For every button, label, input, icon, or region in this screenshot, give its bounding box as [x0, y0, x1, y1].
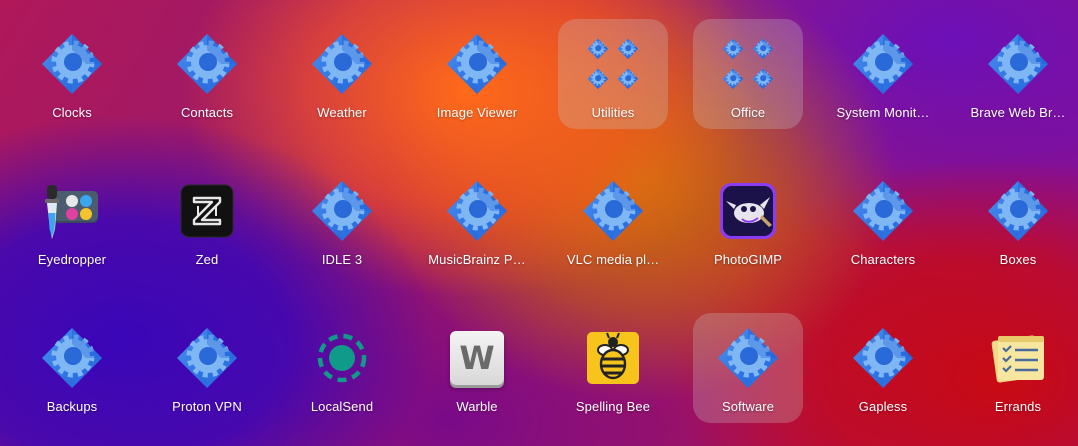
- warble-icon: W: [445, 326, 509, 390]
- app-backups[interactable]: Backups: [17, 313, 127, 423]
- eyedropper-icon: [40, 179, 104, 243]
- app-weather[interactable]: Weather: [287, 19, 397, 129]
- app-label: Eyedropper: [37, 252, 107, 267]
- localsend-icon: [310, 326, 374, 390]
- app-characters[interactable]: Characters: [828, 166, 938, 276]
- generic-app-icon: [851, 32, 915, 96]
- folder-office[interactable]: Office: [693, 19, 803, 129]
- folder-label: Office: [730, 105, 766, 120]
- generic-app-icon: [581, 179, 645, 243]
- app-grid: Clocks Contacts Weather Image Viewer Uti…: [0, 0, 1078, 446]
- app-label: Gapless: [858, 399, 908, 414]
- generic-app-icon: [716, 326, 780, 390]
- app-label: Errands: [994, 399, 1042, 414]
- folder-icon: [716, 32, 780, 96]
- app-label: Software: [721, 399, 775, 414]
- app-label: Proton VPN: [172, 399, 242, 414]
- generic-app-icon: [851, 179, 915, 243]
- app-gapless[interactable]: Gapless: [828, 313, 938, 423]
- app-software[interactable]: Software: [693, 313, 803, 423]
- app-image-viewer[interactable]: Image Viewer: [422, 19, 532, 129]
- generic-app-icon: [986, 32, 1050, 96]
- generic-app-icon: [175, 32, 239, 96]
- folder-utilities[interactable]: Utilities: [558, 19, 668, 129]
- app-label: Warble: [456, 399, 498, 414]
- generic-app-icon: [40, 326, 104, 390]
- app-localsend[interactable]: LocalSend: [287, 313, 397, 423]
- app-label: PhotoGIMP: [713, 252, 783, 267]
- app-contacts[interactable]: Contacts: [152, 19, 262, 129]
- app-label: IDLE 3: [321, 252, 363, 267]
- app-proton-vpn[interactable]: Proton VPN: [152, 313, 262, 423]
- app-label: Clocks: [52, 105, 92, 120]
- app-label: Backups: [46, 399, 98, 414]
- zed-icon: [175, 179, 239, 243]
- folder-icon: [581, 32, 645, 96]
- notes-icon: [986, 326, 1050, 390]
- warble-letter: W: [459, 339, 495, 377]
- app-label: System Monit…: [836, 105, 930, 120]
- app-boxes[interactable]: Boxes: [963, 166, 1073, 276]
- folder-label: Utilities: [591, 105, 635, 120]
- app-label: Weather: [317, 105, 367, 120]
- app-label: LocalSend: [310, 399, 374, 414]
- app-warble[interactable]: W Warble: [422, 313, 532, 423]
- photogimp-icon: [716, 179, 780, 243]
- app-eyedropper[interactable]: Eyedropper: [17, 166, 127, 276]
- app-photogimp[interactable]: PhotoGIMP: [693, 166, 803, 276]
- generic-app-icon: [986, 179, 1050, 243]
- generic-app-icon: [310, 179, 374, 243]
- app-label: Zed: [195, 252, 219, 267]
- app-vlc-media-player[interactable]: VLC media pl…: [558, 166, 668, 276]
- app-label: Characters: [850, 252, 916, 267]
- app-spelling-bee[interactable]: Spelling Bee: [558, 313, 668, 423]
- generic-app-icon: [445, 32, 509, 96]
- app-idle-3[interactable]: IDLE 3: [287, 166, 397, 276]
- app-errands[interactable]: Errands: [963, 313, 1073, 423]
- app-label: Boxes: [999, 252, 1037, 267]
- app-clocks[interactable]: Clocks: [17, 19, 127, 129]
- app-label: MusicBrainz P…: [428, 252, 526, 267]
- generic-app-icon: [851, 326, 915, 390]
- generic-app-icon: [175, 326, 239, 390]
- app-musicbrainz-picard[interactable]: MusicBrainz P…: [422, 166, 532, 276]
- app-label: Brave Web Br…: [970, 105, 1066, 120]
- generic-app-icon: [40, 32, 104, 96]
- app-label: Spelling Bee: [575, 399, 651, 414]
- app-zed[interactable]: Zed: [152, 166, 262, 276]
- app-label: VLC media pl…: [566, 252, 660, 267]
- generic-app-icon: [445, 179, 509, 243]
- app-label: Image Viewer: [436, 105, 518, 120]
- app-system-monitor[interactable]: System Monit…: [828, 19, 938, 129]
- app-brave-web-browser[interactable]: Brave Web Br…: [963, 19, 1073, 129]
- generic-app-icon: [310, 32, 374, 96]
- bee-icon: [581, 326, 645, 390]
- app-label: Contacts: [180, 105, 234, 120]
